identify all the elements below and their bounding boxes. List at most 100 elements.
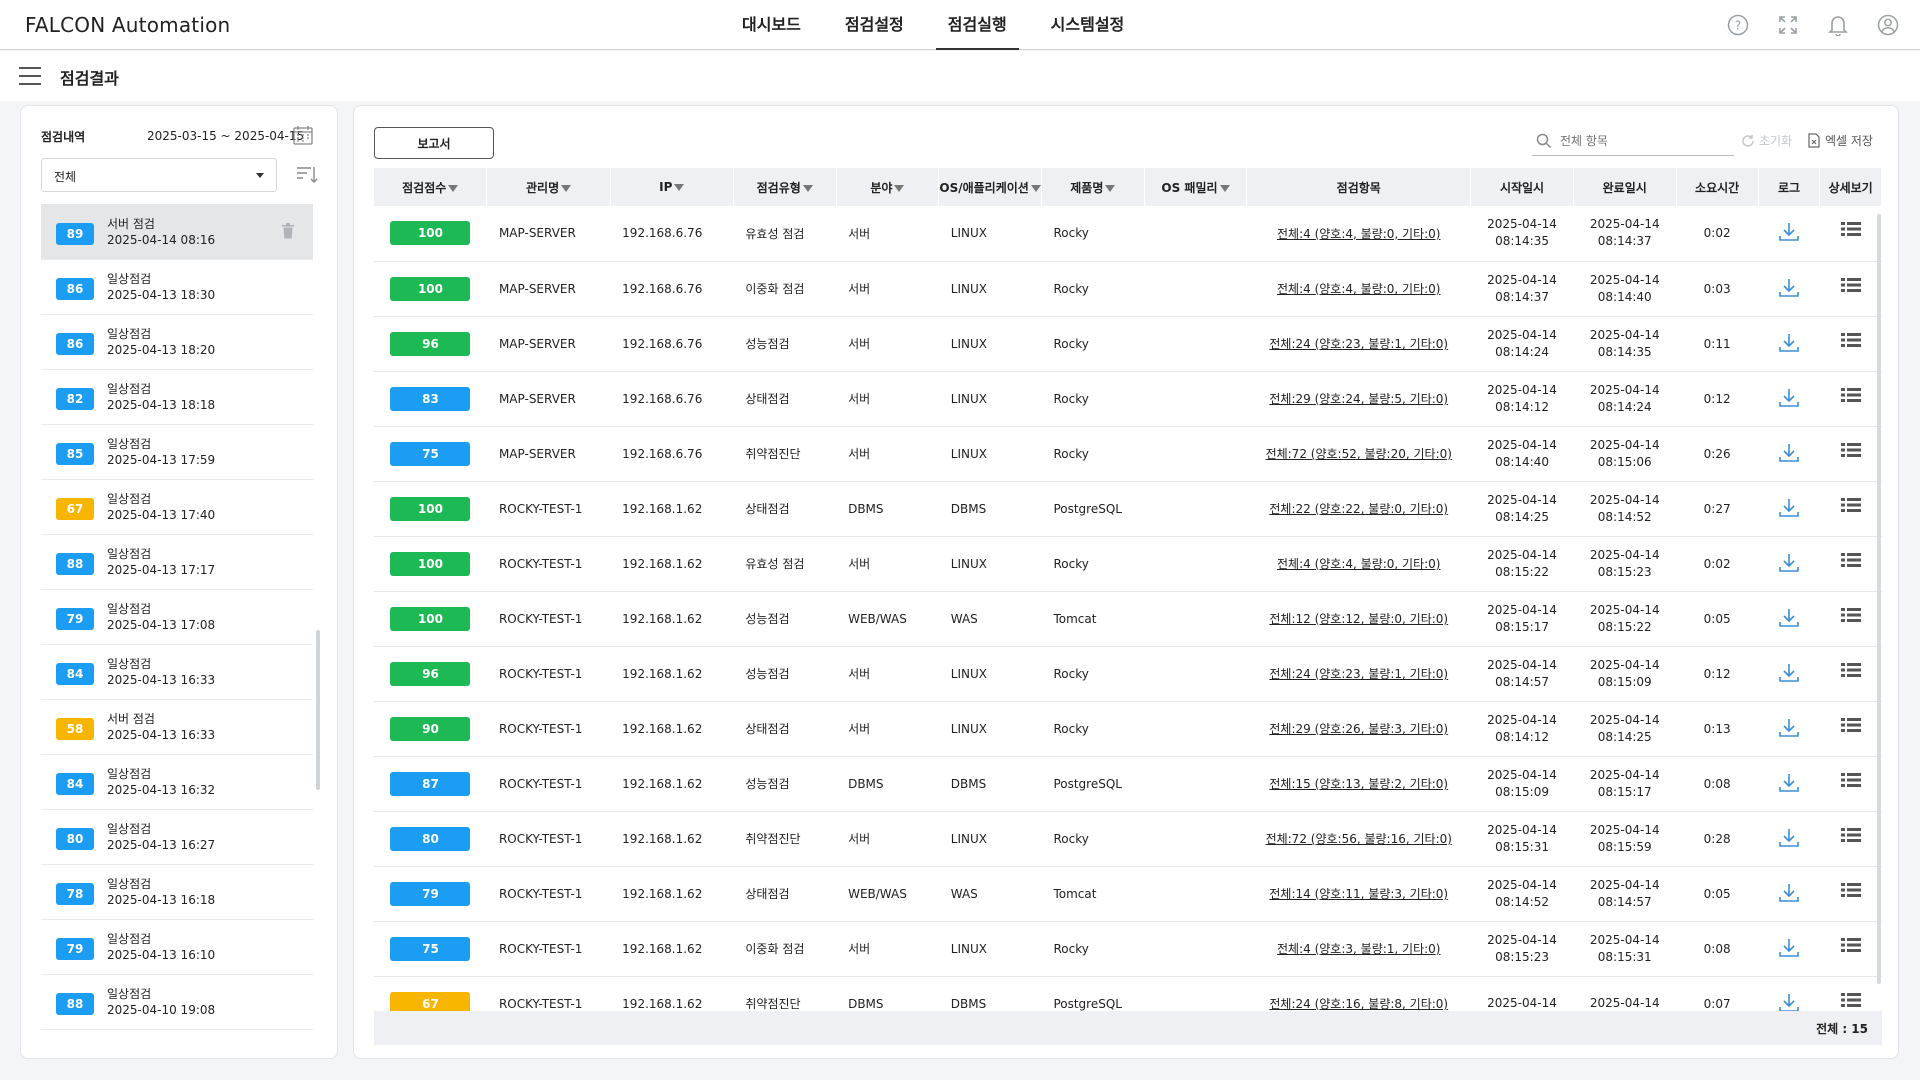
list-detail-icon[interactable] bbox=[1839, 882, 1863, 906]
check-items-link[interactable]: 전체:4 (양호:4, 불량:0, 기타:0) bbox=[1277, 227, 1440, 241]
check-items-link[interactable]: 전체:29 (양호:26, 불량:3, 기타:0) bbox=[1269, 722, 1448, 736]
history-item[interactable]: 79 일상점검 2025-04-13 16:10 bbox=[41, 920, 313, 975]
check-items-link[interactable]: 전체:4 (양호:4, 불량:0, 기타:0) bbox=[1277, 557, 1440, 571]
column-header[interactable]: 점검점수 bbox=[374, 168, 488, 206]
table-row[interactable]: 100 MAP-SERVER 192.168.6.76 유효성 점검 서버 LINUX Ro… bbox=[374, 206, 1882, 262]
history-item[interactable]: 86 일상점검 2025-04-13 18:20 bbox=[41, 315, 313, 370]
report-button[interactable]: 보고서 bbox=[374, 127, 494, 159]
nav-item-0[interactable]: 대시보드 bbox=[730, 0, 813, 50]
filter-icon[interactable] bbox=[448, 184, 459, 192]
excel-save-button[interactable]: 엑셀 저장 bbox=[1807, 132, 1873, 149]
download-icon[interactable] bbox=[1777, 442, 1801, 466]
list-detail-icon[interactable] bbox=[1839, 937, 1863, 961]
download-icon[interactable] bbox=[1777, 607, 1801, 631]
history-item[interactable]: 82 일상점검 2025-04-13 18:18 bbox=[41, 370, 313, 425]
table-row[interactable]: 90 ROCKY-TEST-1 192.168.1.62 상태점검 서버 LINUX Roc… bbox=[374, 701, 1882, 757]
column-header[interactable]: 분야 bbox=[836, 168, 940, 206]
list-detail-icon[interactable] bbox=[1839, 277, 1863, 301]
history-item[interactable]: 67 일상점검 2025-04-13 17:40 bbox=[41, 480, 313, 535]
check-items-link[interactable]: 전체:24 (양호:23, 불량:1, 기타:0) bbox=[1269, 667, 1448, 681]
list-detail-icon[interactable] bbox=[1839, 827, 1863, 851]
column-header[interactable]: 제품명 bbox=[1041, 168, 1145, 206]
check-items-link[interactable]: 전체:15 (양호:13, 불량:2, 기타:0) bbox=[1269, 777, 1448, 791]
list-detail-icon[interactable] bbox=[1839, 332, 1863, 356]
menu-icon[interactable] bbox=[19, 67, 41, 85]
filter-icon[interactable] bbox=[561, 184, 572, 192]
table-row[interactable]: 83 MAP-SERVER 192.168.6.76 상태점검 서버 LINUX Rocky… bbox=[374, 371, 1882, 427]
list-detail-icon[interactable] bbox=[1839, 772, 1863, 796]
table-row[interactable]: 79 ROCKY-TEST-1 192.168.1.62 상태점검 WEB/WAS WAS… bbox=[374, 866, 1882, 922]
nav-item-3[interactable]: 시스템설정 bbox=[1039, 0, 1137, 50]
download-icon[interactable] bbox=[1777, 497, 1801, 521]
column-header[interactable]: 점검유형 bbox=[733, 168, 837, 206]
table-row[interactable]: 96 ROCKY-TEST-1 192.168.1.62 성능점검 서버 LINUX Roc… bbox=[374, 646, 1882, 702]
download-icon[interactable] bbox=[1777, 772, 1801, 796]
table-row[interactable]: 96 MAP-SERVER 192.168.6.76 성능점검 서버 LINUX Rocky… bbox=[374, 316, 1882, 372]
table-scrollbar[interactable] bbox=[1877, 214, 1881, 984]
nav-item-1[interactable]: 점검설정 bbox=[833, 0, 916, 50]
column-header[interactable]: OS/애플리케이션 bbox=[938, 168, 1042, 206]
filter-icon[interactable] bbox=[674, 184, 685, 191]
table-row[interactable]: 80 ROCKY-TEST-1 192.168.1.62 취약점진단 서버 LINUX Ro… bbox=[374, 811, 1882, 867]
table-row[interactable]: 87 ROCKY-TEST-1 192.168.1.62 성능점검 DBMS DBMS Po… bbox=[374, 756, 1882, 812]
download-icon[interactable] bbox=[1777, 332, 1801, 356]
history-item[interactable]: 89 서버 점검 2025-04-14 08:16 bbox=[41, 205, 313, 260]
table-row[interactable]: 100 ROCKY-TEST-1 192.168.1.62 유효성 점검 서버 LINUX… bbox=[374, 536, 1882, 592]
filter-icon[interactable] bbox=[802, 184, 813, 192]
user-icon[interactable] bbox=[1876, 13, 1900, 37]
download-icon[interactable] bbox=[1777, 221, 1801, 245]
filter-icon[interactable] bbox=[1030, 184, 1041, 192]
calendar-icon[interactable] bbox=[292, 124, 314, 146]
history-item[interactable]: 58 서버 점검 2025-04-13 16:33 bbox=[41, 700, 313, 755]
column-header[interactable]: OS 패밀리 bbox=[1144, 168, 1248, 206]
history-scrollbar[interactable] bbox=[316, 630, 320, 790]
table-row[interactable]: 75 MAP-SERVER 192.168.6.76 취약점진단 서버 LINUX Rock… bbox=[374, 426, 1882, 482]
check-items-link[interactable]: 전체:24 (양호:16, 불량:8, 기타:0) bbox=[1269, 997, 1448, 1011]
download-icon[interactable] bbox=[1777, 387, 1801, 411]
check-items-link[interactable]: 전체:14 (양호:11, 불량:3, 기타:0) bbox=[1269, 887, 1448, 901]
list-detail-icon[interactable] bbox=[1839, 607, 1863, 631]
list-detail-icon[interactable] bbox=[1839, 442, 1863, 466]
table-row[interactable]: 100 ROCKY-TEST-1 192.168.1.62 성능점검 WEB/WAS WA… bbox=[374, 591, 1882, 647]
nav-item-2[interactable]: 점검실행 bbox=[935, 0, 1019, 50]
help-icon[interactable]: ? bbox=[1726, 13, 1750, 37]
history-filter-select[interactable]: 전체 bbox=[41, 158, 277, 192]
history-item[interactable]: 79 일상점검 2025-04-13 17:08 bbox=[41, 590, 313, 645]
download-icon[interactable] bbox=[1777, 882, 1801, 906]
download-icon[interactable] bbox=[1777, 552, 1801, 576]
check-items-link[interactable]: 전체:4 (양호:3, 불량:1, 기타:0) bbox=[1277, 942, 1440, 956]
table-row[interactable]: 100 ROCKY-TEST-1 192.168.1.62 상태점검 DBMS DBMS P… bbox=[374, 481, 1882, 537]
history-item[interactable]: 86 일상점검 2025-04-13 18:30 bbox=[41, 260, 313, 315]
history-item[interactable]: 84 일상점검 2025-04-13 16:33 bbox=[41, 645, 313, 700]
check-items-link[interactable]: 전체:24 (양호:23, 불량:1, 기타:0) bbox=[1269, 337, 1448, 351]
trash-icon[interactable] bbox=[281, 223, 297, 241]
check-items-link[interactable]: 전체:12 (양호:12, 불량:0, 기타:0) bbox=[1269, 612, 1448, 626]
reset-button[interactable]: 초기화 bbox=[1741, 132, 1792, 149]
list-detail-icon[interactable] bbox=[1839, 662, 1863, 686]
check-items-link[interactable]: 전체:4 (양호:4, 불량:0, 기타:0) bbox=[1277, 282, 1440, 296]
sort-icon[interactable] bbox=[295, 164, 319, 186]
download-icon[interactable] bbox=[1777, 662, 1801, 686]
download-icon[interactable] bbox=[1777, 937, 1801, 961]
filter-icon[interactable] bbox=[1105, 184, 1116, 192]
check-items-link[interactable]: 전체:29 (양호:24, 불량:5, 기타:0) bbox=[1269, 392, 1448, 406]
download-icon[interactable] bbox=[1777, 827, 1801, 851]
list-detail-icon[interactable] bbox=[1839, 552, 1863, 576]
history-item[interactable]: 88 일상점검 2025-04-13 17:17 bbox=[41, 535, 313, 590]
history-item[interactable]: 88 일상점검 2025-04-10 19:08 bbox=[41, 975, 313, 1030]
history-item[interactable]: 84 일상점검 2025-04-13 16:32 bbox=[41, 755, 313, 810]
column-header[interactable]: 관리명 bbox=[486, 168, 611, 206]
column-header[interactable]: IP bbox=[610, 168, 734, 206]
check-items-link[interactable]: 전체:22 (양호:22, 불량:0, 기타:0) bbox=[1269, 502, 1448, 516]
history-item[interactable]: 85 일상점검 2025-04-13 17:59 bbox=[41, 425, 313, 480]
list-detail-icon[interactable] bbox=[1839, 717, 1863, 741]
bell-icon[interactable] bbox=[1826, 13, 1850, 37]
filter-icon[interactable] bbox=[1219, 184, 1230, 192]
list-detail-icon[interactable] bbox=[1839, 387, 1863, 411]
history-item[interactable]: 78 일상점검 2025-04-13 16:18 bbox=[41, 865, 313, 920]
search-input[interactable] bbox=[1560, 130, 1730, 152]
download-icon[interactable] bbox=[1777, 717, 1801, 741]
check-items-link[interactable]: 전체:72 (양호:52, 불량:20, 기타:0) bbox=[1266, 447, 1452, 461]
download-icon[interactable] bbox=[1777, 277, 1801, 301]
list-detail-icon[interactable] bbox=[1839, 497, 1863, 521]
